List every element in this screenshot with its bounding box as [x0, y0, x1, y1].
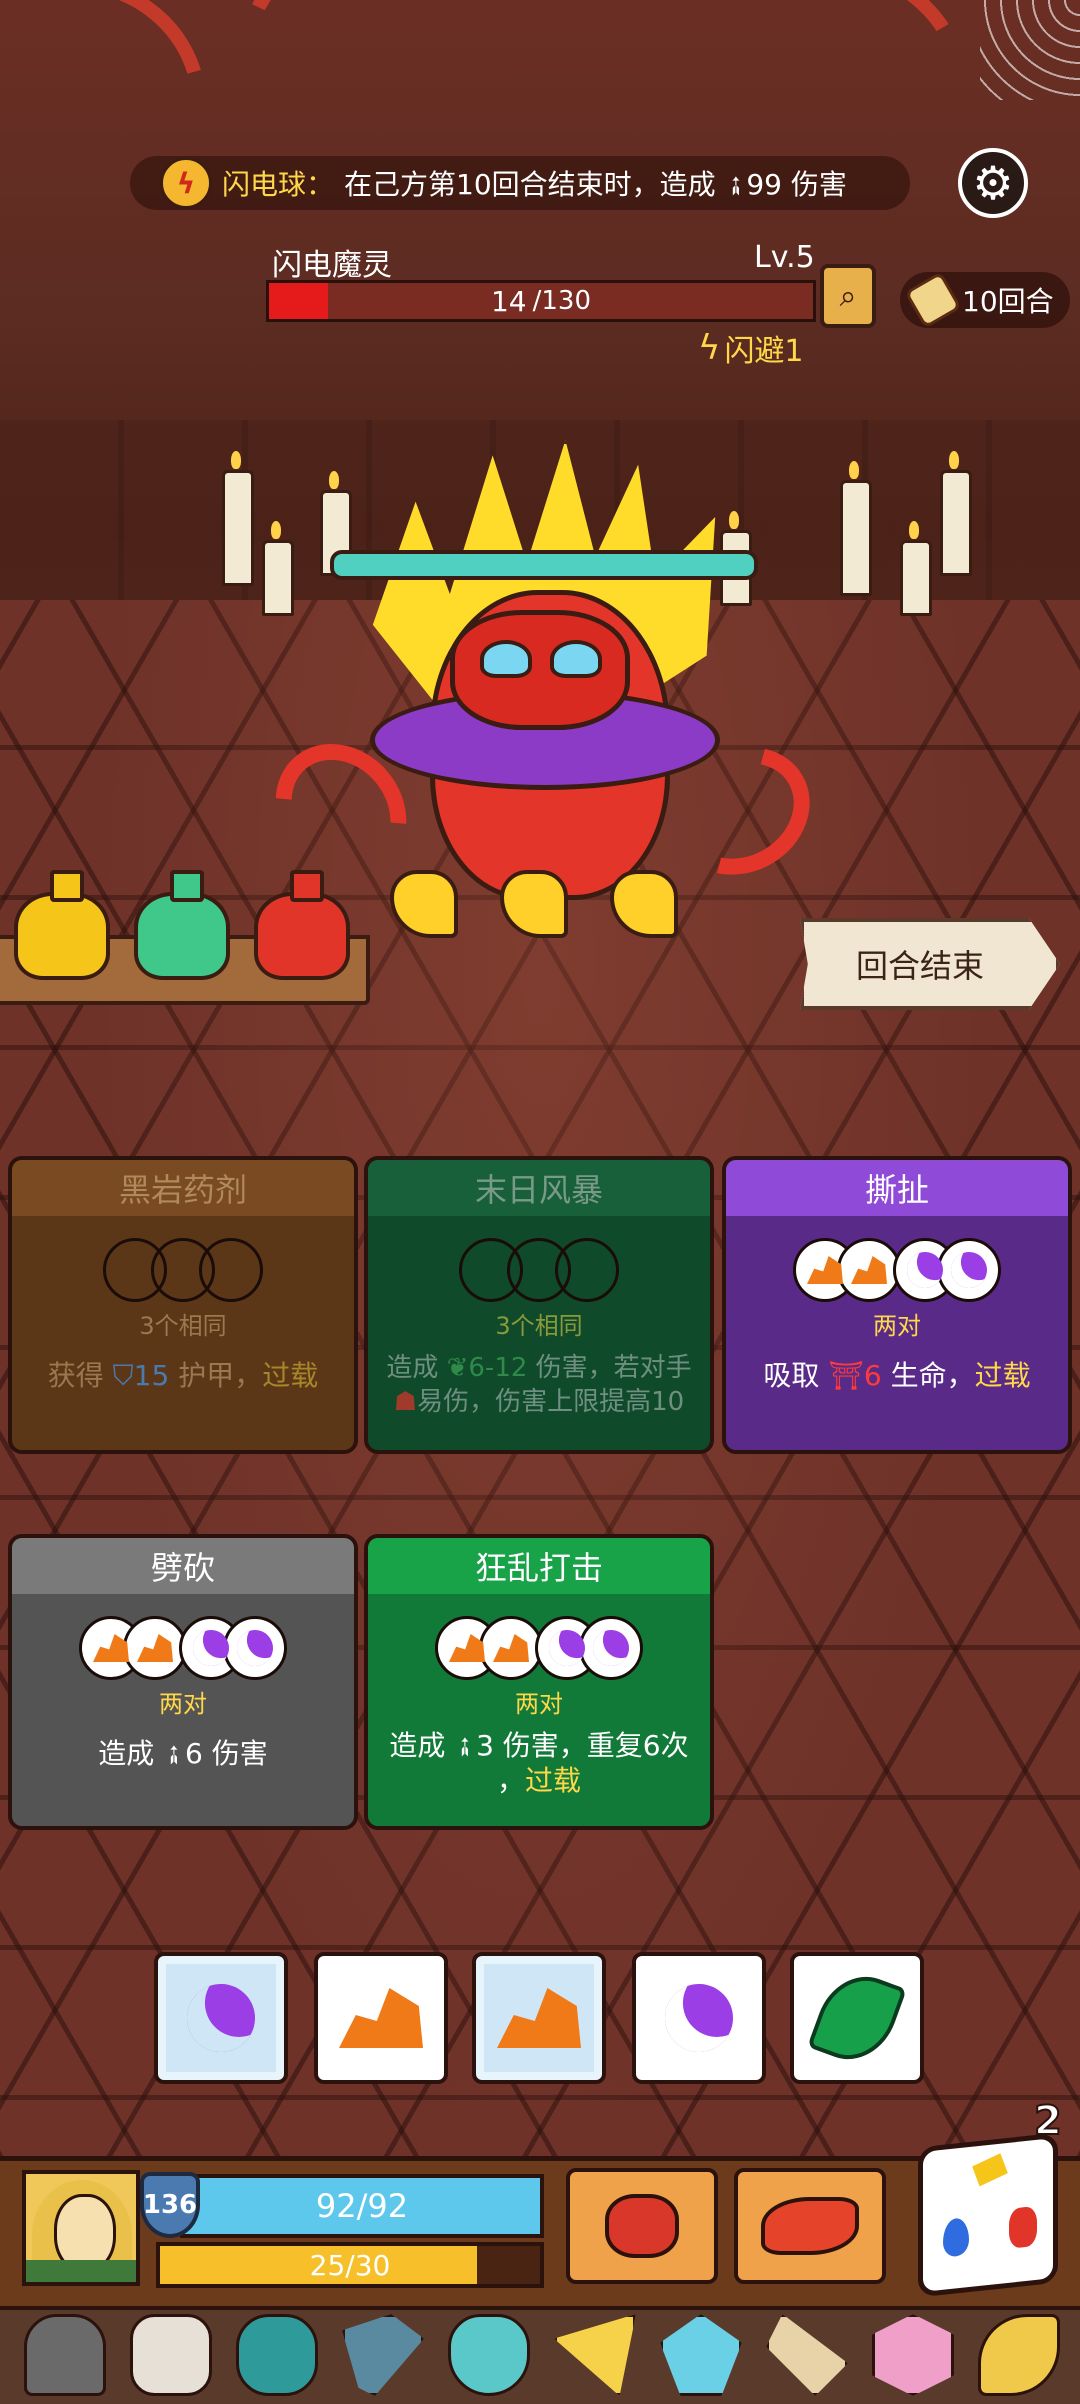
helmet-relic-icon[interactable] — [24, 2314, 106, 2396]
card-requirement: 两对 — [515, 1690, 563, 1718]
die-moon-frozen[interactable] — [154, 1952, 288, 2084]
rock-icon — [497, 1988, 581, 2048]
card-requirement: 两对 — [873, 1312, 921, 1340]
monster-horn-band — [330, 550, 758, 580]
vase-relic-icon[interactable] — [448, 2314, 530, 2396]
player-hp-bar: 92/92 — [180, 2174, 544, 2238]
dice-slots — [726, 1238, 1068, 1302]
fist-icon — [605, 2194, 679, 2258]
demon-mask-relic-icon[interactable] — [236, 2314, 318, 2396]
monster-leg — [500, 870, 568, 938]
card-requirement: 3个相同 — [139, 1312, 227, 1340]
enemy-info-button[interactable]: ⌕ — [820, 264, 876, 328]
rock-icon — [851, 1256, 887, 1284]
skill-card-chop[interactable]: 劈砍 两对 造成 ➶6 伤害 — [8, 1534, 358, 1830]
candle — [222, 451, 254, 586]
reroll-dice-button[interactable] — [918, 2132, 1058, 2298]
card-description: 造成 ➶3 伤害，重复6次 ，过载 — [389, 1728, 689, 1797]
dice-slots — [368, 1238, 710, 1302]
rock-icon — [137, 1634, 173, 1662]
armor-value: 136 — [142, 2190, 198, 2220]
enemy-hp-text: 14 /130 — [490, 284, 592, 318]
card-description: 获得 ⛉15 护甲，过载 — [47, 1359, 319, 1392]
dice-slots — [12, 1616, 354, 1680]
banner-relic-name: 闪电球： — [222, 168, 335, 201]
yellow-potion-icon[interactable] — [14, 870, 110, 980]
moon-icon — [177, 1974, 265, 2062]
player-energy-bar: 25/30 — [156, 2242, 544, 2288]
die-rock-frozen[interactable] — [472, 1952, 606, 2084]
end-turn-button[interactable]: 回合结束 — [800, 918, 1060, 1010]
player-energy-text: 25/30 — [309, 2248, 391, 2282]
die-rock[interactable] — [314, 1952, 448, 2084]
leaf-icon — [807, 1963, 907, 2073]
lightning-ball-icon: ϟ — [160, 157, 212, 209]
relic-effect-banner: ϟ 闪电球： 在己方第10回合结束时，造成 ➶99 伤害 — [130, 156, 910, 210]
monster-face — [450, 610, 630, 730]
scroll-icon — [904, 271, 962, 329]
card-title: 末日风暴 — [368, 1160, 710, 1216]
monster-eye — [480, 640, 532, 678]
fist-ability-button[interactable] — [566, 2168, 718, 2284]
skill-card-doom-storm[interactable]: 末日风暴 3个相同 造成 ❦6-12 伤害，若对手 ☗易伤，伤害上限提高10 — [364, 1156, 714, 1454]
settings-gear-icon[interactable]: ⚙ — [958, 148, 1028, 218]
card-title: 撕扯 — [726, 1160, 1068, 1216]
player-portrait[interactable] — [22, 2170, 140, 2286]
rock-icon — [339, 1988, 423, 2048]
bull-skull-relic-icon[interactable] — [130, 2314, 212, 2396]
candle — [900, 521, 932, 616]
lightning-demon-enemy[interactable] — [248, 440, 833, 940]
turn-counter: 10回合 — [900, 271, 1070, 329]
card-requirement: 两对 — [159, 1690, 207, 1718]
enemy-hp-bar: 14 /130 — [266, 280, 816, 322]
skill-card-tear[interactable]: 撕扯 两对 吸取 ⛩6 生命，过载 — [722, 1156, 1072, 1454]
armor-shield-icon: 136 — [140, 2172, 200, 2238]
dodge-label: 闪避1 — [724, 334, 804, 369]
lightning-icon: ϟ — [698, 328, 721, 368]
player-hp-text: 92/92 — [315, 2187, 409, 2225]
enemy-dodge-status[interactable]: ϟ 闪避1 — [698, 326, 804, 370]
green-potion-icon[interactable] — [134, 870, 230, 980]
moon-icon — [231, 1624, 279, 1672]
monster-eye — [550, 640, 602, 678]
enemy-level: Lv.5 — [754, 240, 815, 275]
card-description: 造成 ❦6-12 伤害，若对手 ☗易伤，伤害上限提高10 — [386, 1353, 692, 1417]
card-description: 吸取 ⛩6 生命，过载 — [763, 1359, 1031, 1392]
dice-slots — [368, 1616, 710, 1680]
moon-icon — [945, 1246, 993, 1294]
vulnerable-icon: ☗ — [393, 1387, 418, 1417]
die-leaf[interactable] — [790, 1952, 924, 2084]
dice-slots — [12, 1238, 354, 1302]
candle — [840, 461, 872, 596]
shield-icon: ⛉ — [112, 1359, 134, 1392]
moon-icon — [655, 1974, 743, 2062]
candle — [940, 451, 972, 576]
candle — [262, 521, 294, 616]
leaf-icon: ❦ — [446, 1353, 469, 1383]
card-title: 劈砍 — [12, 1538, 354, 1594]
lifesteal-icon: ⛩ — [828, 1359, 864, 1392]
die-moon[interactable] — [632, 1952, 766, 2084]
fire-burst-icon — [761, 2197, 859, 2255]
red-potion-icon[interactable] — [254, 870, 350, 980]
rock-icon — [493, 1634, 529, 1662]
monster-leg — [390, 870, 458, 938]
turn-counter-label: 10回合 — [962, 285, 1054, 318]
card-title: 黑岩药剂 — [12, 1160, 354, 1216]
card-description: 造成 ➶6 伤害 — [98, 1736, 268, 1774]
enemy-name: 闪电魔灵 — [272, 248, 392, 283]
banner-description: 在己方第10回合结束时，造成 ➶99 伤害 — [344, 167, 847, 205]
card-requirement: 3个相同 — [495, 1312, 583, 1340]
moon-icon — [587, 1624, 635, 1672]
monster-leg — [610, 870, 678, 938]
card-title: 狂乱打击 — [368, 1538, 710, 1594]
skill-card-frenzy-strike[interactable]: 狂乱打击 两对 造成 ➶3 伤害，重复6次 ，过载 — [364, 1534, 714, 1830]
fire-burst-ability-button[interactable] — [734, 2168, 886, 2284]
spider-web-decoration — [980, 0, 1080, 100]
skill-card-black-rock-potion[interactable]: 黑岩药剂 3个相同 获得 ⛉15 护甲，过载 — [8, 1156, 358, 1454]
